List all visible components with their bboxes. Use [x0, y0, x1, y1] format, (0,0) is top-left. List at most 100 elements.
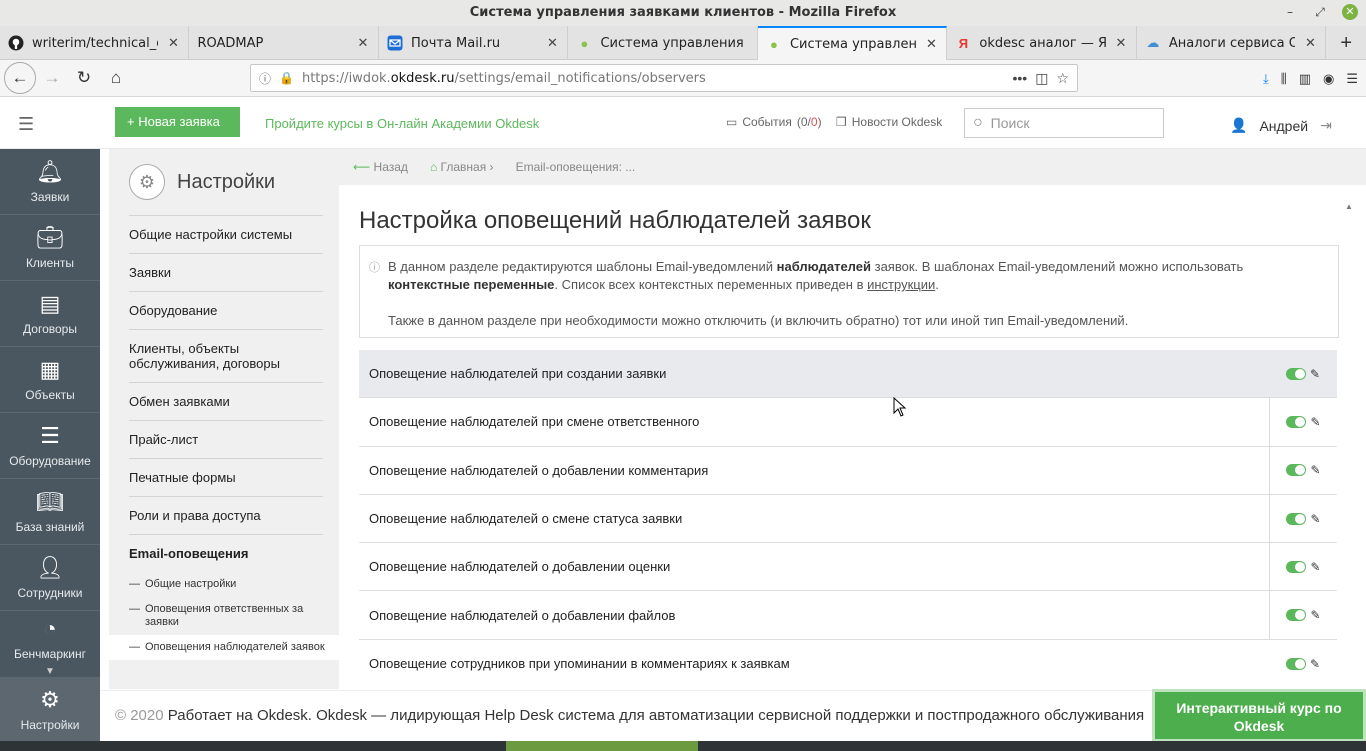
settings-subitem-general[interactable]: Общие настройки	[129, 572, 323, 597]
home-link[interactable]: ⌂ Главная ›	[430, 160, 494, 174]
back-arrow-icon[interactable]: ←	[4, 62, 36, 94]
close-window-icon[interactable]: ✕	[1342, 4, 1358, 20]
news-icon: ❒	[836, 115, 847, 129]
enabled-toggle[interactable]	[1286, 415, 1307, 428]
enabled-toggle[interactable]	[1285, 657, 1306, 670]
tab-close-icon[interactable]: ✕	[1303, 35, 1317, 51]
list-item[interactable]: Оповещение наблюдателей о добавлении фай…	[359, 591, 1337, 640]
settings-subitem-assignees[interactable]: Оповещения ответственных за заявки	[129, 597, 323, 635]
tab-close-icon[interactable]: ✕	[166, 35, 180, 51]
list-item[interactable]: Оповещение наблюдателей при создании зая…	[359, 350, 1337, 399]
settings-item-clients[interactable]: Клиенты, объекты обслуживания, договоры	[129, 329, 323, 382]
edit-icon[interactable]: ✎	[1310, 512, 1320, 526]
rail-item-settings[interactable]: ⚙ Настройки	[0, 677, 100, 743]
forward-arrow-icon[interactable]: →	[36, 62, 68, 94]
minimize-icon[interactable]: –	[1282, 4, 1298, 20]
new-tab-icon[interactable]: +	[1326, 26, 1366, 59]
restore-icon[interactable]: ⤢	[1312, 4, 1328, 20]
tab-okdesk-1[interactable]: ● Система управления	[568, 26, 758, 60]
academy-link[interactable]: Пройдите курсы в Он-лайн Академии Okdesk	[265, 116, 539, 131]
user-menu[interactable]: 👤 Андрей ⇥	[1230, 117, 1332, 134]
list-item[interactable]: Оповещение наблюдателей о добавлении оце…	[359, 543, 1337, 592]
events-link[interactable]: ▭ События (0/0)	[726, 115, 822, 129]
list-item[interactable]: Оповещение наблюдателей о добавлении ком…	[359, 446, 1337, 495]
tab-github[interactable]: writerim/technical_do ✕	[0, 26, 190, 60]
edit-icon[interactable]: ✎	[1310, 560, 1320, 574]
tab-roadmap[interactable]: ROADMAP ✕	[189, 26, 379, 60]
rail-scroll-down-icon[interactable]: ▼	[0, 667, 100, 677]
edit-icon[interactable]: ✎	[1310, 608, 1320, 622]
list-item[interactable]: Оповещение сотрудников при упоминании в …	[359, 640, 1337, 688]
tab-close-icon[interactable]: ✕	[545, 35, 559, 51]
settings-item-exchange[interactable]: Обмен заявками	[129, 382, 323, 420]
instructions-link[interactable]: инструкции	[867, 277, 935, 292]
tab-okdesk-active[interactable]: ● Система управления ✕	[757, 26, 948, 60]
settings-item-tickets[interactable]: Заявки	[129, 253, 323, 291]
account-icon[interactable]: ◉	[1323, 71, 1334, 87]
bookmark-star-icon[interactable]: ☆	[1056, 70, 1069, 87]
scroll-up-icon[interactable]: ▲	[1345, 202, 1353, 211]
tab-mail[interactable]: Почта Mail.ru ✕	[379, 26, 569, 60]
downloads-icon[interactable]: ⤓	[1263, 71, 1269, 87]
building-icon: ▦	[39, 356, 61, 382]
tab-close-icon[interactable]: ✕	[1114, 35, 1128, 51]
interactive-course-button[interactable]: Интерактивный курс по Okdesk	[1152, 689, 1366, 742]
list-item[interactable]: Оповещение наблюдателей при смене ответс…	[359, 398, 1337, 447]
settings-item-print-forms[interactable]: Печатные формы	[129, 458, 323, 496]
rail-item-knowledge-base[interactable]: 📖︎ База знаний	[0, 479, 100, 545]
library-icon[interactable]: ⫼	[1281, 71, 1287, 87]
person-icon: 👤︎	[36, 554, 64, 580]
documents-icon: ▤	[39, 290, 61, 316]
edit-icon[interactable]: ✎	[1310, 415, 1320, 429]
settings-subitem-observers[interactable]: Оповещения наблюдателей заявок	[109, 635, 339, 660]
tab-bar: writerim/technical_do ✕ ROADMAP ✕ Почта …	[0, 26, 1366, 60]
info-box: ⓘ В данном разделе редактируются шаблоны…	[359, 245, 1339, 338]
page-actions-icon[interactable]: •••	[1012, 70, 1027, 86]
settings-item-equipment[interactable]: Оборудование	[129, 291, 323, 329]
enabled-toggle[interactable]	[1285, 367, 1306, 380]
tab-close-icon[interactable]: ✕	[924, 36, 938, 52]
settings-item-pricelist[interactable]: Прайс-лист	[129, 420, 323, 458]
rail-item-tickets[interactable]: 🔔︎ Заявки	[0, 149, 100, 215]
tab-analogs[interactable]: ☁ Аналоги сервиса Okd ✕	[1137, 26, 1327, 60]
rail-item-objects[interactable]: ▦ Объекты	[0, 347, 100, 413]
news-link[interactable]: ❒ Новости Okdesk	[836, 115, 942, 129]
sidebar-icon[interactable]: ▥	[1299, 71, 1311, 87]
rail-item-contracts[interactable]: ▤ Договоры	[0, 281, 100, 347]
search-icon: ○	[973, 114, 983, 131]
settings-item-general[interactable]: Общие настройки системы	[129, 215, 323, 253]
rail-item-equipment[interactable]: ☰ Оборудование	[0, 413, 100, 479]
tab-close-icon[interactable]: ✕	[356, 35, 370, 51]
logout-icon[interactable]: ⇥	[1320, 117, 1332, 134]
info-icon[interactable]: ⓘ	[259, 70, 271, 87]
url-bar[interactable]: ⓘ 🔒 https://iwdok.okdesk.ru/settings/ema…	[250, 64, 1078, 92]
tab-yandex[interactable]: Я okdesc аналог — Янд ✕	[947, 26, 1137, 60]
enabled-toggle[interactable]	[1286, 609, 1307, 622]
new-ticket-button[interactable]: + Новая заявка	[115, 107, 240, 137]
taskbar-active-window[interactable]	[506, 741, 698, 751]
scrollbar[interactable]: ▲	[1345, 197, 1355, 687]
hamburger-icon[interactable]: ☰	[18, 114, 34, 135]
lock-icon[interactable]: 🔒	[279, 71, 294, 85]
enabled-toggle[interactable]	[1286, 512, 1307, 525]
chat-icon: ▭	[726, 115, 738, 129]
rail-item-employees[interactable]: 👤︎ Сотрудники	[0, 545, 100, 611]
enabled-toggle[interactable]	[1286, 464, 1307, 477]
pocket-icon[interactable]: ◫	[1035, 70, 1048, 87]
search-input[interactable]: ○ Поиск	[964, 108, 1164, 138]
enabled-toggle[interactable]	[1286, 560, 1307, 573]
edit-icon[interactable]: ✎	[1310, 657, 1320, 671]
mail-icon	[387, 35, 403, 51]
url-text[interactable]: https://iwdok.okdesk.ru/settings/email_n…	[302, 71, 1005, 86]
settings-item-roles[interactable]: Роли и права доступа	[129, 496, 323, 534]
rail-item-benchmarking[interactable]: ◔ Бенчмаркинг	[0, 611, 100, 667]
rail-item-clients[interactable]: 💼︎ Клиенты	[0, 215, 100, 281]
edit-icon[interactable]: ✎	[1310, 367, 1320, 381]
edit-icon[interactable]: ✎	[1310, 463, 1320, 477]
back-link[interactable]: ⟵ Назад	[353, 160, 408, 174]
home-icon[interactable]: ⌂	[100, 62, 132, 94]
list-item[interactable]: Оповещение наблюдателей о смене статуса …	[359, 494, 1337, 544]
reload-icon[interactable]: ↻	[68, 62, 100, 94]
menu-icon[interactable]: ☰	[1346, 71, 1358, 87]
settings-item-email[interactable]: Email-оповещения	[129, 534, 323, 572]
